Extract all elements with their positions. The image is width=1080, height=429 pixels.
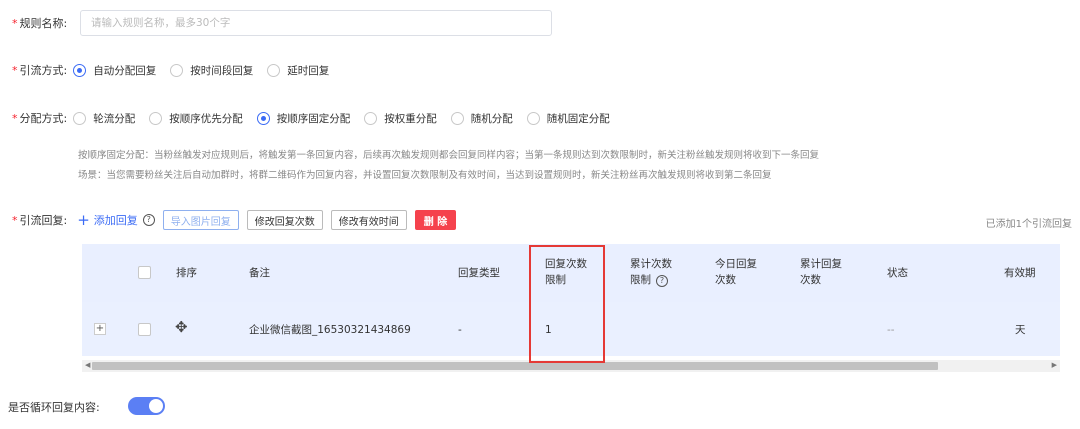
traffic-mode-row: * 引流方式: 自动分配回复 按时间段回复 延时回复 [12, 62, 343, 78]
radio-label: 按顺序优先分配 [169, 112, 243, 125]
header-sort: 排序 [176, 267, 197, 279]
distribution-mode-row: * 分配方式: 轮流分配 按顺序优先分配 按顺序固定分配 按权重分配 随机分配 … [12, 110, 624, 126]
radio-sequential-priority[interactable]: 按顺序优先分配 [149, 111, 243, 126]
radio-dot [256, 111, 270, 125]
radio-label: 按权重分配 [384, 112, 437, 125]
radio-label: 自动分配回复 [93, 64, 157, 77]
radio-dot [526, 111, 540, 125]
radio-auto-assign[interactable]: 自动分配回复 [73, 63, 156, 78]
help-icon[interactable]: ? [656, 275, 668, 287]
traffic-mode-label: 引流方式: [19, 64, 68, 77]
header-today-line1: 今日回复 [715, 258, 757, 270]
scroll-thumb[interactable] [92, 362, 938, 370]
radio-label: 按时间段回复 [190, 64, 254, 77]
required-mark: * [12, 63, 18, 77]
radio-label: 随机分配 [470, 112, 513, 125]
radio-label: 按顺序固定分配 [276, 112, 351, 125]
header-cumulative-limit-text: 限制 [630, 274, 651, 286]
required-mark: * [12, 16, 18, 30]
radio-dot [170, 63, 184, 77]
row-status: -- [887, 324, 895, 336]
radio-round-robin[interactable]: 轮流分配 [73, 111, 135, 126]
radio-by-time[interactable]: 按时间段回复 [170, 63, 253, 78]
header-validity: 有效期 [1004, 267, 1036, 279]
radio-dot [73, 63, 87, 77]
header-reply-type: 回复类型 [458, 267, 500, 279]
import-image-reply-button[interactable]: 导入图片回复 [162, 210, 239, 230]
rule-name-row: * 规则名称: [12, 15, 67, 31]
row-checkbox[interactable] [138, 323, 151, 336]
row-validity: 天 [1015, 324, 1026, 336]
radio-dot [267, 63, 281, 77]
traffic-mode-radio-group: 自动分配回复 按时间段回复 延时回复 [73, 63, 343, 78]
traffic-reply-row: * 引流回复: + 添加回复 ? 导入图片回复 修改回复次数 修改有效时间 删 … [12, 210, 457, 230]
rule-name-input[interactable] [80, 10, 552, 36]
radio-dot [364, 111, 378, 125]
required-mark: * [12, 213, 18, 227]
select-all-checkbox[interactable] [138, 266, 151, 279]
highlight-box [529, 245, 605, 363]
traffic-reply-label: 引流回复: [19, 214, 68, 227]
radio-label: 随机固定分配 [546, 112, 610, 125]
radio-label: 轮流分配 [93, 112, 136, 125]
add-reply-label: 添加回复 [93, 214, 138, 227]
row-remark: 企业微信截图_16530321434869 [249, 324, 411, 336]
distribution-description: 按顺序固定分配：当粉丝触发对应规则后，将触发第一条回复内容，后续再次触发规则都会… [78, 150, 820, 161]
header-remark: 备注 [249, 267, 270, 279]
loop-reply-label: 是否循环回复内容: [8, 401, 100, 414]
header-cumulative-limit-line2: 限制? [630, 272, 668, 288]
radio-weighted[interactable]: 按权重分配 [364, 111, 437, 126]
distribution-mode-radio-group: 轮流分配 按顺序优先分配 按顺序固定分配 按权重分配 随机分配 随机固定分配 [73, 111, 624, 126]
radio-dot [450, 111, 464, 125]
radio-dot [149, 111, 163, 125]
required-mark: * [12, 111, 18, 125]
toggle-knob [149, 399, 163, 413]
radio-delayed[interactable]: 延时回复 [267, 63, 329, 78]
expand-row-button[interactable]: + [94, 323, 106, 335]
header-total-line1: 累计回复 [800, 258, 842, 270]
header-today-line2: 次数 [715, 274, 736, 286]
edit-reply-count-button[interactable]: 修改回复次数 [246, 210, 323, 230]
header-status: 状态 [887, 267, 908, 279]
plus-icon: + [77, 210, 90, 229]
loop-reply-toggle[interactable] [128, 397, 165, 415]
edit-valid-time-button[interactable]: 修改有效时间 [330, 210, 407, 230]
distribution-scenario: 场景：当您需要粉丝关注后自动加群时，将群二维码作为回复内容，并设置回复次数限制及… [78, 170, 772, 181]
scroll-right-icon[interactable]: ▶ [1052, 361, 1057, 369]
row-reply-type: - [458, 324, 462, 336]
radio-dot [73, 111, 87, 125]
radio-label: 延时回复 [287, 64, 330, 77]
radio-random-fixed[interactable]: 随机固定分配 [526, 111, 610, 126]
add-reply-link[interactable]: + 添加回复 [77, 212, 138, 228]
drag-handle-icon[interactable]: ✥ [175, 319, 188, 335]
added-count-text: 已添加1个引流回复 [985, 219, 1072, 230]
loop-reply-row: 是否循环回复内容: [8, 399, 100, 415]
rule-name-label: 规则名称: [19, 17, 68, 30]
header-total-line2: 次数 [800, 274, 821, 286]
scroll-left-icon[interactable]: ◀ [85, 361, 90, 369]
header-cumulative-limit-line1: 累计次数 [630, 258, 672, 270]
delete-button[interactable]: 删 除 [414, 210, 457, 230]
radio-random[interactable]: 随机分配 [450, 111, 513, 126]
distribution-mode-label: 分配方式: [19, 112, 68, 125]
help-icon[interactable]: ? [142, 214, 155, 226]
radio-sequential-fixed[interactable]: 按顺序固定分配 [256, 111, 351, 126]
